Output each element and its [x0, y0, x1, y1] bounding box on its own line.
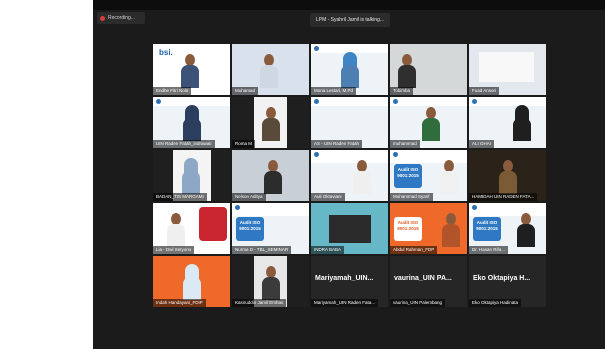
audit-iso-badge: Audit ISO 9001:2015: [394, 164, 422, 188]
participant-tile[interactable]: Indah Handayani_FDIP: [153, 256, 230, 307]
participant-tile[interactable]: Roma M: [232, 97, 309, 148]
participant-name: Fuad Ansori: [469, 87, 500, 95]
participant-tile[interactable]: Fuad Ansori: [469, 44, 546, 95]
audit-iso-badge: Audit ISO 9001:2015: [394, 217, 422, 241]
participant-tile[interactable]: Nelson Aditya: [232, 150, 309, 201]
participant-video: [422, 107, 440, 141]
participant-tile[interactable]: INDRA BABA: [311, 203, 388, 254]
participant-display-name: Mariyamah_UIN...: [315, 275, 374, 282]
participant-tile[interactable]: bsi. Endhe Fitri Nola: [153, 44, 230, 95]
participant-video: [440, 160, 458, 194]
participant-tile[interactable]: Lia - Dwi Setyono: [153, 203, 230, 254]
participant-tile[interactable]: BADAN_TIS MARGAMI: [153, 150, 230, 201]
participant-video: [262, 266, 280, 300]
participant-name: ALI GHAI: [469, 140, 495, 148]
recording-label: Recording...: [108, 15, 135, 21]
participant-name: Mona Lestari, M.Pd: [311, 87, 357, 95]
participant-video: [341, 52, 359, 88]
participant-tile[interactable]: Audit ISO 9001:2015 Muhammad Syarif: [390, 150, 467, 201]
participant-tile[interactable]: Audit ISO 9001:2015 Abdul Rahman_FDP: [390, 203, 467, 254]
participant-tile[interactable]: vaurina_UIN PA... vaurina_UIN Palembang: [390, 256, 467, 307]
participant-tile[interactable]: Mariyamah_UIN... Mariyamah_UIN Raden Fat…: [311, 256, 388, 307]
participant-name: Mariyamah_UIN Raden Fata...: [311, 299, 379, 307]
audit-iso-badge: Audit ISO 9001:2015: [473, 217, 501, 241]
participant-display-name: vaurina_UIN PA...: [394, 275, 452, 282]
participant-name: vaurina_UIN Palembang: [390, 299, 446, 307]
participant-tile[interactable]: Eko Oktapiya H... Eko Oktapiya Hadinata: [469, 256, 546, 307]
participant-video: [183, 105, 201, 141]
participant-name: Tobimba: [390, 87, 414, 95]
participant-video: [183, 264, 201, 300]
participant-name: Eko Oktapiya Hadinata: [469, 299, 522, 307]
participant-name: Roma M: [232, 140, 256, 148]
participant-video: [517, 213, 535, 247]
participant-name: Muhamad: [232, 87, 259, 95]
participant-video: [398, 54, 416, 88]
participant-tile[interactable]: Tobimba: [390, 44, 467, 95]
participant-display-name: Eko Oktapiya H...: [473, 275, 531, 282]
participant-video: [264, 160, 282, 194]
active-speaker-banner: LPM - Syahril Jamil is talking...: [310, 13, 390, 27]
participant-video: [260, 54, 278, 88]
participant-tile[interactable]: Auli Oktaviani: [311, 150, 388, 201]
participant-tile[interactable]: Mona Lestari, M.Pd: [311, 44, 388, 95]
active-speaker-label: LPM - Syahril Jamil is talking...: [315, 17, 385, 23]
record-icon: [100, 15, 105, 21]
participant-tile[interactable]: Muhamad: [232, 44, 309, 95]
participant-video: [262, 107, 280, 141]
participant-video: [182, 158, 200, 194]
participant-video: [442, 213, 460, 247]
participant-video: [499, 160, 517, 194]
bsi-logo-text: bsi.: [159, 48, 173, 57]
participant-tile[interactable]: Audit ISO 9001:2015 Dr. Hasan Rifa...: [469, 203, 546, 254]
participant-name: Muhammad Syarif: [390, 193, 433, 201]
participant-name: Indah Handayani_FDIP: [153, 299, 206, 307]
participant-video: [353, 160, 371, 194]
participant-name: UIN Raden Fatah_indrawati: [153, 140, 215, 148]
participant-tile[interactable]: Audit ISO 9001:2015 Nurma D - TBL_SEMINA…: [232, 203, 309, 254]
participant-name: muhammad: [390, 140, 420, 148]
participant-tile[interactable]: AS - UIN Raden Fatah: [311, 97, 388, 148]
participant-name: Auli Oktaviani: [311, 193, 345, 201]
participant-name: Abdul Rahman_FDP: [390, 246, 438, 254]
participant-video: [181, 54, 199, 88]
participant-name: AS - UIN Raden Fatah: [311, 140, 363, 148]
audit-iso-badge: Audit ISO 9001:2015: [236, 217, 264, 241]
participant-video: [513, 105, 531, 141]
participant-video: [167, 213, 185, 247]
participant-name: INDRA BABA: [311, 246, 345, 254]
participant-name: Kasiruddin Jamil Emhas: [232, 299, 287, 307]
participant-tile[interactable]: UIN Raden Fatah_indrawati: [153, 97, 230, 148]
participant-name: Lia - Dwi Setyono: [153, 246, 195, 254]
participant-name: Dr. Hasan Rifa...: [469, 246, 509, 254]
participant-name: BADAN_TIS MARGAMI: [153, 193, 207, 201]
participant-tile[interactable]: HAMIDAH UIN RADEN FATA...: [469, 150, 546, 201]
participant-name: HAMIDAH UIN RADEN FATA...: [469, 193, 538, 201]
participant-name: Nurma D - TBL_SEMINAR: [232, 246, 292, 254]
participant-tile[interactable]: muhammad: [390, 97, 467, 148]
participant-tile[interactable]: ALI GHAI: [469, 97, 546, 148]
left-panel: [0, 0, 93, 349]
participant-tile[interactable]: Kasiruddin Jamil Emhas: [232, 256, 309, 307]
recording-indicator[interactable]: Recording...: [97, 12, 145, 24]
participant-name: Endhe Fitri Nola: [153, 87, 192, 95]
participant-name: Nelson Aditya: [232, 193, 266, 201]
heart-logo: [199, 207, 227, 241]
